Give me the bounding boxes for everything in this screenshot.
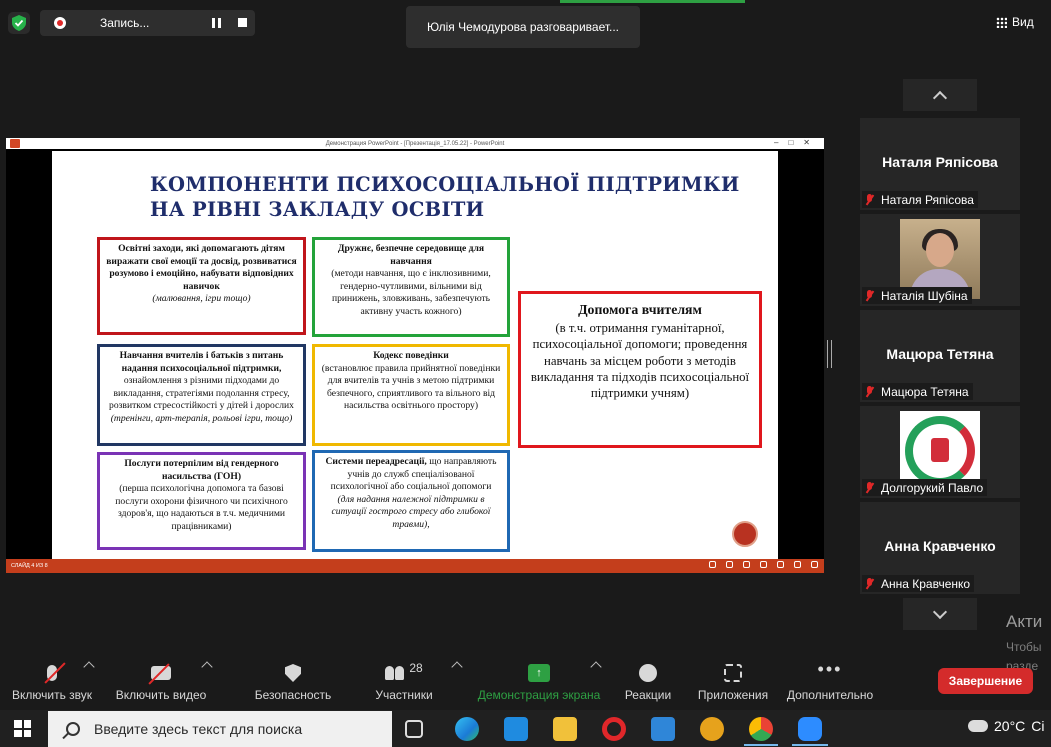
participant-tile[interactable]: Анна Кравченко Анна Кравченко (860, 502, 1020, 594)
participant-name-tag: Наталія Шубіна (862, 287, 972, 304)
share-screen-icon: ↑ (528, 664, 550, 682)
windows-taskbar: Введите здесь текст для поиска (0, 710, 1051, 747)
component-gbv-services: Послуги потерпілим від гендерного насиль… (97, 452, 306, 550)
scroll-up-button[interactable] (903, 79, 977, 111)
participant-big-name: Наталя Ряпісова (882, 154, 998, 170)
opera-icon[interactable] (602, 717, 626, 741)
record-dot-icon (54, 17, 66, 29)
stop-recording-button[interactable] (238, 18, 247, 27)
participant-tile[interactable]: Мацюра Тетяна Мацюра Тетяна (860, 310, 1020, 402)
active-app-indicator (744, 744, 778, 746)
windows-start-icon[interactable] (14, 720, 31, 737)
chrome-icon[interactable] (749, 717, 773, 741)
slide-counter: СЛАЙД 4 ИЗ 8 (11, 563, 48, 569)
recording-label: Запись... (100, 16, 150, 30)
slide-title-line1: КОМПОНЕНТИ ПСИХОСОЦІАЛЬНОЇ ПІДТРИМКИ (150, 173, 740, 196)
chevron-up-icon (932, 90, 948, 105)
participant-name-tag: Долгорукий Павло (862, 479, 988, 496)
zoom-meeting-window: { "top": { "recording_label": "Запись...… (0, 0, 1051, 747)
grid-icon (996, 16, 1007, 28)
mail-icon[interactable] (651, 717, 675, 741)
start-video-button[interactable]: Включить видео (114, 660, 208, 702)
ppt-status-bar: СЛАЙД 4 ИЗ 8 (6, 559, 824, 573)
weather-widget[interactable]: 20°C Ci (968, 718, 1045, 734)
video-off-icon (151, 666, 171, 680)
reactions-icon (639, 664, 657, 682)
ppt-window-title: Демонстрация PowerPoint - [Презентація_1… (325, 140, 505, 147)
mic-muted-icon (47, 665, 57, 681)
ppt-title-bar: Демонстрация PowerPoint - [Презентація_1… (6, 138, 824, 149)
muted-mic-icon (864, 289, 875, 302)
component-safe-environment: Дружнє, безпечне середовище для навчання… (312, 237, 510, 337)
taskbar-search-box[interactable]: Введите здесь текст для поиска (48, 711, 392, 747)
more-button[interactable]: ••• Дополнительно (785, 658, 875, 703)
resize-handle[interactable] (827, 340, 832, 368)
view-label: Вид (1012, 15, 1034, 29)
muted-mic-icon (864, 481, 875, 494)
active-app-indicator (792, 744, 828, 746)
task-view-icon[interactable] (405, 720, 423, 738)
end-meeting-button[interactable]: Завершение (938, 668, 1033, 694)
weather-extra: Ci (1031, 718, 1045, 734)
participant-big-name: Анна Кравченко (884, 538, 996, 554)
search-icon (66, 722, 80, 736)
search-placeholder: Введите здесь текст для поиска (94, 721, 303, 737)
component-teacher-training: Навчання вчителів і батьків з питань над… (97, 344, 306, 446)
apps-button[interactable]: Приложения (696, 660, 770, 702)
participant-tile[interactable]: Долгорукий Павло (860, 406, 1020, 498)
seal-logo-icon (732, 521, 758, 547)
participants-button[interactable]: 28 Участники (375, 660, 433, 702)
window-controls-icon[interactable]: –□✕ (774, 138, 820, 147)
share-screen-button[interactable]: ↑ Демонстрация экрана (477, 660, 601, 702)
encryption-shield-icon[interactable] (8, 12, 30, 34)
participant-tile[interactable]: Наталія Шубіна (860, 214, 1020, 306)
participant-name-tag: Наталя Ряпісова (862, 191, 978, 208)
slide-title-line2: НА РІВНІ ЗАКЛАДУ ОСВІТИ (150, 198, 485, 221)
muted-mic-icon (864, 193, 875, 206)
active-speaker-banner: Юлія Чемодурова разговаривает... (406, 6, 640, 48)
activation-watermark-title: Акти (1006, 612, 1043, 631)
participant-tile[interactable]: Наталя Ряпісова Наталя Ряпісова (860, 118, 1020, 210)
more-dots-icon: ••• (817, 658, 843, 679)
shared-screen: Демонстрация PowerPoint - [Презентація_1… (6, 138, 824, 573)
component-referral-systems: Системи переадресації, що направляють уч… (312, 450, 510, 552)
slide: КОМПОНЕНТИ ПСИХОСОЦІАЛЬНОЇ ПІДТРИМКИ НА … (52, 151, 778, 559)
participant-name-tag: Мацюра Тетяна (862, 383, 973, 400)
chevron-down-icon (932, 604, 948, 619)
cloud-icon (968, 720, 988, 732)
component-code-of-conduct: Кодекс поведінки (встановлює правила при… (312, 344, 510, 446)
zoom-icon[interactable] (798, 717, 822, 741)
powerpoint-icon (10, 139, 20, 148)
slideshow-nav-icons[interactable] (709, 561, 818, 568)
slide-title: КОМПОНЕНТИ ПСИХОСОЦІАЛЬНОЇ ПІДТРИМКИ НА … (150, 172, 750, 222)
security-button[interactable]: Безопасность (255, 660, 331, 702)
component-educational-activities: Освітні заходи, які допомагають дітям ви… (97, 237, 306, 335)
participants-options-chevron-icon[interactable] (451, 661, 463, 673)
store-icon[interactable] (504, 717, 528, 741)
share-indicator-bar (560, 0, 745, 3)
component-teacher-support: Допомога вчителям (в т.ч. отримання гума… (518, 291, 762, 448)
participants-icon: 28 (385, 661, 423, 680)
scroll-down-button[interactable] (903, 598, 977, 630)
shield-icon (285, 664, 301, 682)
muted-mic-icon (864, 577, 875, 590)
participants-count: 28 (409, 661, 423, 675)
pause-recording-button[interactable] (212, 18, 221, 28)
reactions-button[interactable]: Реакции (625, 660, 671, 702)
muted-mic-icon (864, 385, 875, 398)
participant-name-tag: Анна Кравченко (862, 575, 975, 592)
edge-icon[interactable] (455, 717, 479, 741)
view-button[interactable]: Вид (996, 15, 1034, 29)
apps-icon (724, 664, 742, 682)
unmute-button[interactable]: Включить звук (10, 660, 94, 702)
weather-temp: 20°C (994, 718, 1026, 734)
participant-big-name: Мацюра Тетяна (886, 346, 994, 362)
app-icon[interactable] (700, 717, 724, 741)
file-explorer-icon[interactable] (553, 717, 577, 741)
recording-indicator: Запись... (40, 10, 255, 36)
